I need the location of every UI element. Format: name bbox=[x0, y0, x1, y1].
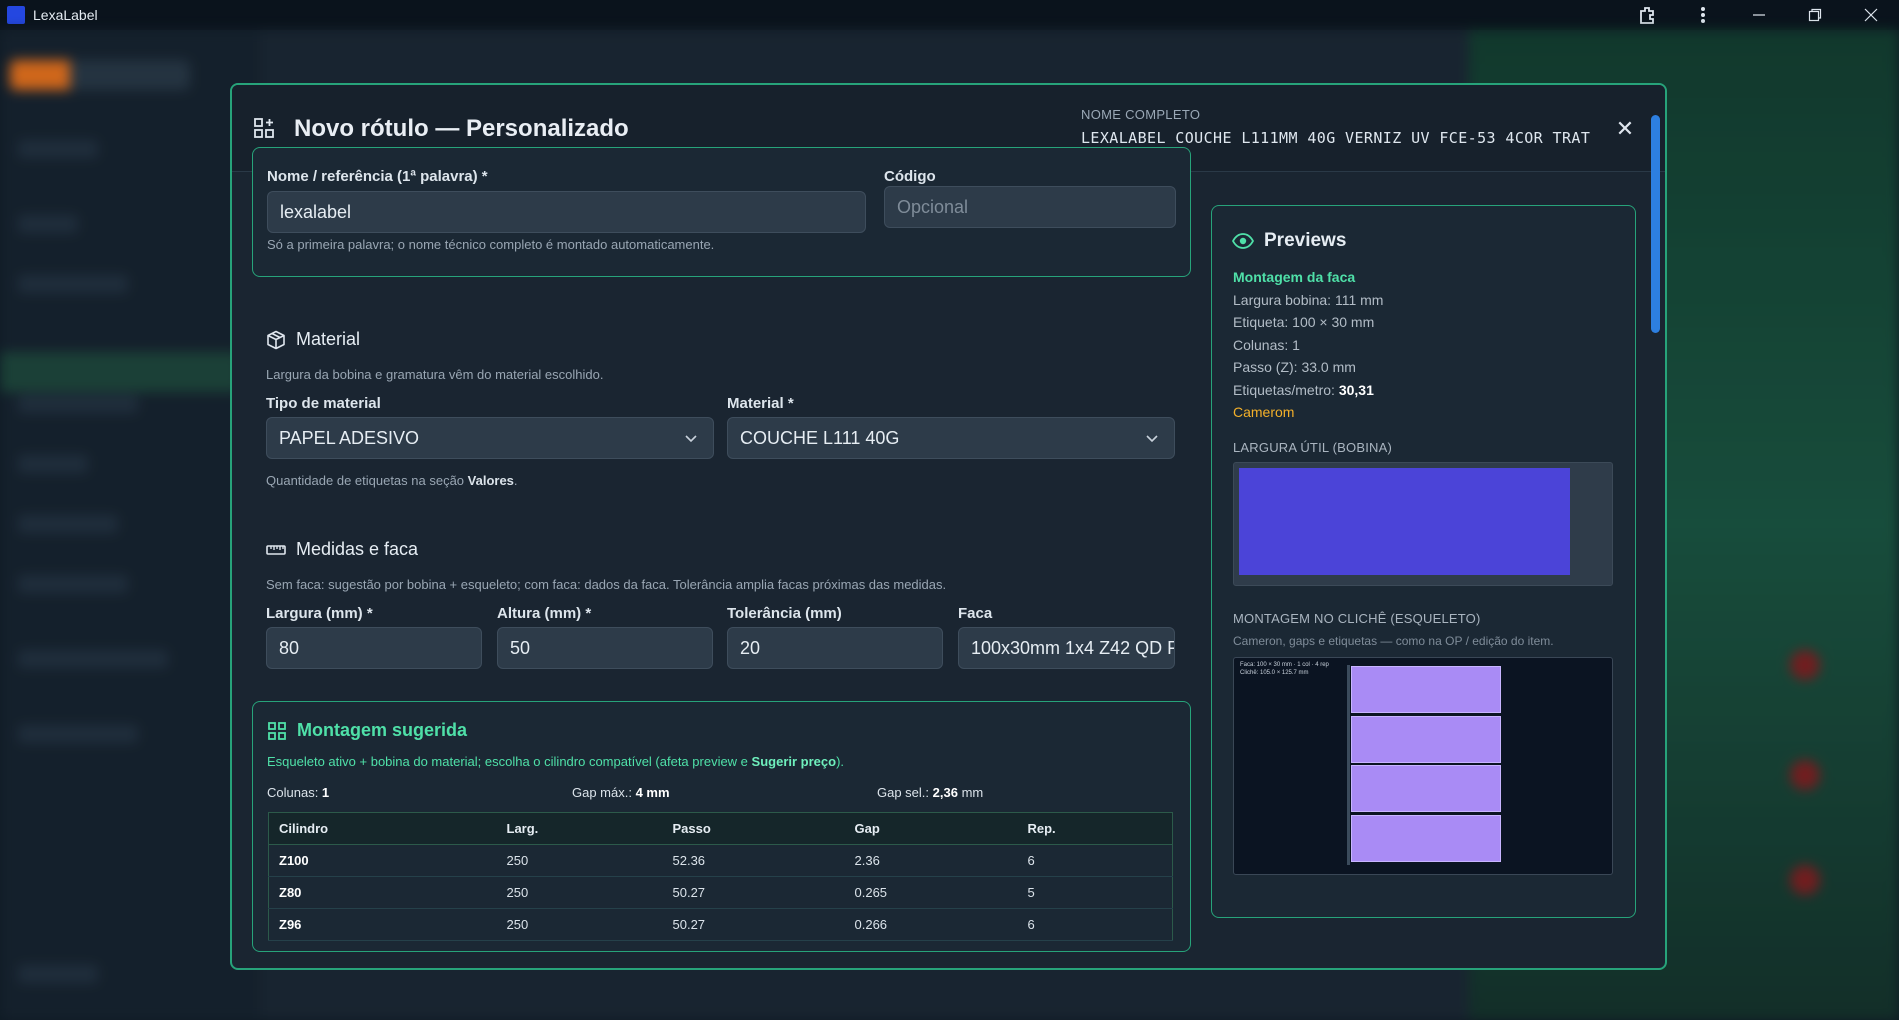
column-header: Passo bbox=[662, 812, 845, 845]
gap-max-stat: Gap máx.: 4 mm bbox=[572, 785, 670, 800]
material-title: Material bbox=[296, 329, 361, 349]
table-row[interactable]: Z80 250 50.27 0.265 5 bbox=[268, 876, 1173, 909]
useful-width-title: LARGURA ÚTIL (BOBINA) bbox=[1233, 440, 1393, 455]
grid-icon bbox=[268, 721, 286, 740]
restore-button[interactable] bbox=[1787, 0, 1843, 30]
cliche-hint: Cameron, gaps e etiquetas — como na OP /… bbox=[1233, 634, 1554, 648]
cliche-skeleton-strip bbox=[1347, 665, 1350, 865]
pitch-info: Passo (Z): 33.0 mm bbox=[1233, 359, 1356, 375]
material-value: COUCHE L111 40G bbox=[740, 427, 900, 448]
column-header: Cilindro bbox=[268, 812, 497, 845]
face-montage-heading: Montagem da faca bbox=[1233, 269, 1356, 285]
eye-icon bbox=[1232, 233, 1254, 249]
material-type-label: Tipo de material bbox=[266, 395, 381, 412]
previews-title: Previews bbox=[1232, 230, 1346, 252]
column-header: Rep. bbox=[1017, 812, 1173, 845]
cliche-label-rect bbox=[1351, 666, 1501, 713]
new-label-modal: Novo rótulo — Personalizado NOME COMPLET… bbox=[230, 83, 1667, 970]
bobina-width-info: Largura bobina: 111 mm bbox=[1233, 292, 1384, 308]
columns-info: Colunas: 1 bbox=[1233, 337, 1300, 353]
identity-section: Nome / referência (1ª palavra) * lexalab… bbox=[252, 147, 1191, 277]
close-modal-button[interactable]: ✕ bbox=[1611, 115, 1639, 143]
table-row[interactable]: Z100 250 52.36 2.36 6 bbox=[268, 844, 1173, 877]
table-row[interactable]: Z96 250 50.27 0.266 6 bbox=[268, 908, 1173, 941]
measures-section-title: Medidas e faca bbox=[266, 539, 418, 560]
useful-width-preview bbox=[1233, 462, 1613, 586]
label-size-info: Etiqueta: 100 × 30 mm bbox=[1233, 314, 1375, 330]
name-label: Nome / referência (1ª palavra) * bbox=[267, 168, 488, 185]
package-icon bbox=[267, 330, 285, 349]
knife-label: Faca bbox=[958, 605, 993, 622]
measures-hint: Sem faca: sugestão por bobina + esquelet… bbox=[266, 577, 947, 592]
chevron-down-icon bbox=[685, 435, 697, 443]
ruler-icon bbox=[266, 544, 286, 555]
column-header: Gap bbox=[844, 812, 1018, 845]
values-section-ref: Valores bbox=[467, 473, 514, 488]
bobina-fill-bar bbox=[1239, 468, 1570, 575]
table-header-row: Cilindro Larg. Passo Gap Rep. bbox=[268, 812, 1173, 845]
more-menu-icon[interactable] bbox=[1675, 0, 1731, 30]
cliche-label-rect bbox=[1351, 814, 1501, 862]
suggested-montage-section: Montagem sugerida Esqueleto ativo + bobi… bbox=[252, 701, 1191, 952]
camerom-info: Camerom bbox=[1233, 404, 1295, 420]
extensions-icon[interactable] bbox=[1619, 0, 1675, 30]
montage-hint: Esqueleto ativo + bobina do material; es… bbox=[267, 754, 845, 769]
grid-plus-icon bbox=[254, 118, 274, 138]
cliche-caption: Faca: 100 × 30 mm · 1 col · 4 rep Clichê… bbox=[1240, 662, 1329, 676]
cliche-montage-title: MONTAGEM NO CLICHÊ (ESQUELETO) bbox=[1233, 611, 1481, 626]
fullname-value: LEXALABEL COUCHE L111MM 40G VERNIZ UV FC… bbox=[1081, 129, 1591, 147]
quantity-hint: Quantidade de etiquetas na seção Valores… bbox=[266, 473, 518, 488]
gap-selected-stat: Gap sel.: 2,36 mm bbox=[877, 785, 984, 800]
material-type-select[interactable]: PAPEL ADESIVO bbox=[266, 417, 714, 459]
fullname-label: NOME COMPLETO bbox=[1081, 107, 1201, 122]
material-type-value: PAPEL ADESIVO bbox=[279, 427, 420, 448]
cliche-label-rect bbox=[1351, 765, 1501, 812]
material-section-title: Material bbox=[266, 329, 360, 350]
previews-panel: Previews Montagem da faca Largura bobina… bbox=[1211, 205, 1636, 918]
minimize-button[interactable] bbox=[1731, 0, 1787, 30]
width-label: Largura (mm) * bbox=[266, 605, 373, 622]
montage-title: Montagem sugerida bbox=[297, 720, 468, 740]
cliche-label-rect bbox=[1351, 715, 1501, 763]
height-label: Altura (mm) * bbox=[497, 605, 592, 622]
columns-stat: Colunas: 1 bbox=[267, 785, 330, 800]
modal-title: Novo rótulo — Personalizado bbox=[294, 115, 629, 142]
material-label: Material * bbox=[727, 395, 794, 412]
tolerance-label: Tolerância (mm) bbox=[727, 605, 842, 622]
modal-scrollbar-thumb[interactable] bbox=[1651, 115, 1660, 333]
window-titlebar: LexaLabel bbox=[0, 0, 1899, 30]
name-hint: Só a primeira palavra; o nome técnico co… bbox=[267, 237, 715, 252]
window-title: LexaLabel bbox=[33, 7, 98, 23]
knife-input[interactable]: 100x30mm 1x4 Z42 QD FAC bbox=[958, 627, 1175, 669]
cylinder-table: Cilindro Larg. Passo Gap Rep. Z100 250 5… bbox=[268, 812, 1173, 941]
labels-per-meter-info: Etiquetas/metro: 30,31 bbox=[1233, 382, 1374, 398]
material-hint: Largura da bobina e gramatura vêm do mat… bbox=[266, 367, 604, 382]
code-input[interactable]: Opcional bbox=[884, 186, 1176, 228]
suggest-price-ref: Sugerir preço bbox=[751, 754, 837, 769]
tolerance-input[interactable]: 20 bbox=[727, 627, 943, 669]
height-input[interactable]: 50 bbox=[497, 627, 713, 669]
column-header: Larg. bbox=[496, 812, 663, 845]
chevron-down-icon bbox=[1146, 435, 1158, 443]
material-select[interactable]: COUCHE L111 40G bbox=[727, 417, 1175, 459]
measures-title: Medidas e faca bbox=[296, 539, 419, 559]
montage-section-title: Montagem sugerida bbox=[267, 720, 467, 741]
name-input[interactable]: lexalabel bbox=[267, 191, 866, 233]
width-input[interactable]: 80 bbox=[266, 627, 482, 669]
close-window-button[interactable] bbox=[1843, 0, 1899, 30]
cliche-preview: Faca: 100 × 30 mm · 1 col · 4 rep Clichê… bbox=[1233, 657, 1613, 875]
app-logo bbox=[7, 6, 25, 24]
code-label: Código bbox=[884, 168, 936, 185]
